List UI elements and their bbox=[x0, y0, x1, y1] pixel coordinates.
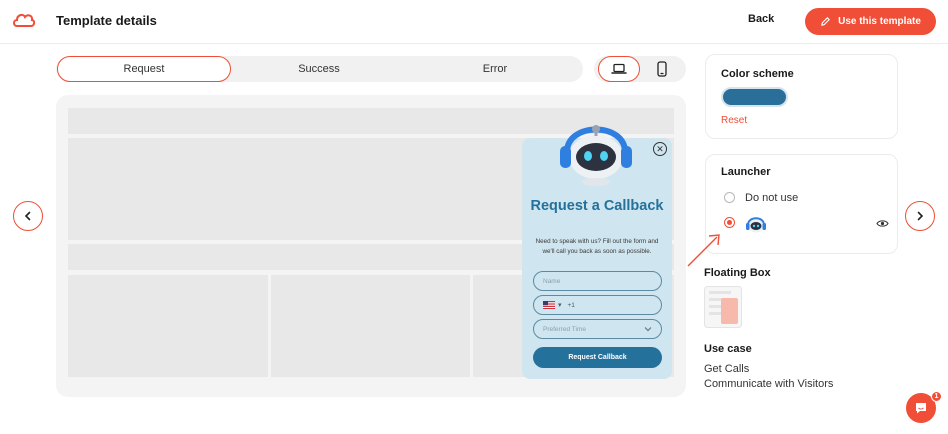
placeholder-block bbox=[271, 275, 470, 377]
pencil-icon bbox=[821, 17, 831, 26]
widget-close-button[interactable]: ✕ bbox=[653, 142, 667, 156]
chevron-down-icon bbox=[644, 327, 652, 332]
previous-template-button[interactable] bbox=[13, 201, 43, 231]
preview-eye-icon[interactable] bbox=[876, 219, 889, 228]
state-tabs: Request Success Error bbox=[56, 56, 583, 82]
color-scheme-title: Color scheme bbox=[721, 68, 794, 80]
widget-title: Request a Callback bbox=[530, 198, 664, 214]
page-title: Template details bbox=[56, 13, 157, 28]
launcher-option-none-label: Do not use bbox=[745, 192, 799, 204]
launcher-option-none-radio[interactable] bbox=[724, 192, 735, 203]
close-icon: ✕ bbox=[656, 143, 664, 154]
phone-field[interactable]: ▾ +1 bbox=[533, 295, 662, 315]
tab-success-label: Success bbox=[298, 63, 340, 75]
preferred-time-select[interactable]: Preferred Time bbox=[533, 319, 662, 339]
use-template-label: Use this template bbox=[838, 16, 921, 27]
launcher-title: Launcher bbox=[721, 166, 771, 178]
request-callback-button[interactable]: Request Callback bbox=[533, 347, 662, 368]
robot-mascot-icon bbox=[560, 125, 632, 186]
floating-box-title: Floating Box bbox=[704, 267, 771, 279]
robot-icon bbox=[746, 217, 766, 233]
tab-request[interactable]: Request bbox=[57, 56, 231, 82]
top-bar: Template details Back Use this template bbox=[0, 0, 948, 44]
widget-description: Need to speak with us? Fill out the form… bbox=[535, 238, 659, 255]
chevron-down-icon[interactable]: ▾ bbox=[558, 301, 562, 309]
pointer-arrow bbox=[687, 234, 720, 267]
launcher-option-robot-radio[interactable] bbox=[724, 217, 735, 228]
back-button[interactable]: Back bbox=[748, 13, 774, 25]
chevron-right-icon bbox=[917, 211, 924, 221]
tab-error-label: Error bbox=[482, 63, 508, 75]
tab-success[interactable]: Success bbox=[234, 56, 404, 82]
tab-request-label: Request bbox=[123, 63, 165, 75]
chevron-left-icon bbox=[24, 211, 31, 221]
phone-code: +1 bbox=[567, 301, 575, 309]
use-template-button[interactable]: Use this template bbox=[805, 8, 936, 35]
use-case-title: Use case bbox=[704, 343, 752, 355]
phone-icon bbox=[657, 61, 667, 77]
mobile-view-button[interactable] bbox=[641, 56, 683, 82]
placeholder-block bbox=[68, 275, 268, 377]
use-case-item: Communicate with Visitors bbox=[704, 378, 834, 390]
us-flag-icon bbox=[543, 301, 555, 309]
color-swatch[interactable] bbox=[721, 87, 788, 107]
time-placeholder: Preferred Time bbox=[543, 325, 586, 333]
tab-error[interactable]: Error bbox=[408, 56, 582, 82]
name-placeholder: Name bbox=[543, 277, 561, 285]
device-toggle bbox=[594, 56, 686, 82]
floating-box-thumbnail[interactable] bbox=[704, 286, 742, 328]
desktop-view-button[interactable] bbox=[598, 56, 640, 82]
chat-unread-badge: 1 bbox=[931, 391, 942, 402]
laptop-icon bbox=[611, 63, 627, 74]
reset-color-link[interactable]: Reset bbox=[721, 115, 747, 126]
name-field[interactable]: Name bbox=[533, 271, 662, 291]
cloud-logo-icon bbox=[13, 13, 36, 27]
chat-bubble-icon bbox=[916, 403, 926, 414]
next-template-button[interactable] bbox=[905, 201, 935, 231]
use-case-item: Get Calls bbox=[704, 363, 750, 375]
